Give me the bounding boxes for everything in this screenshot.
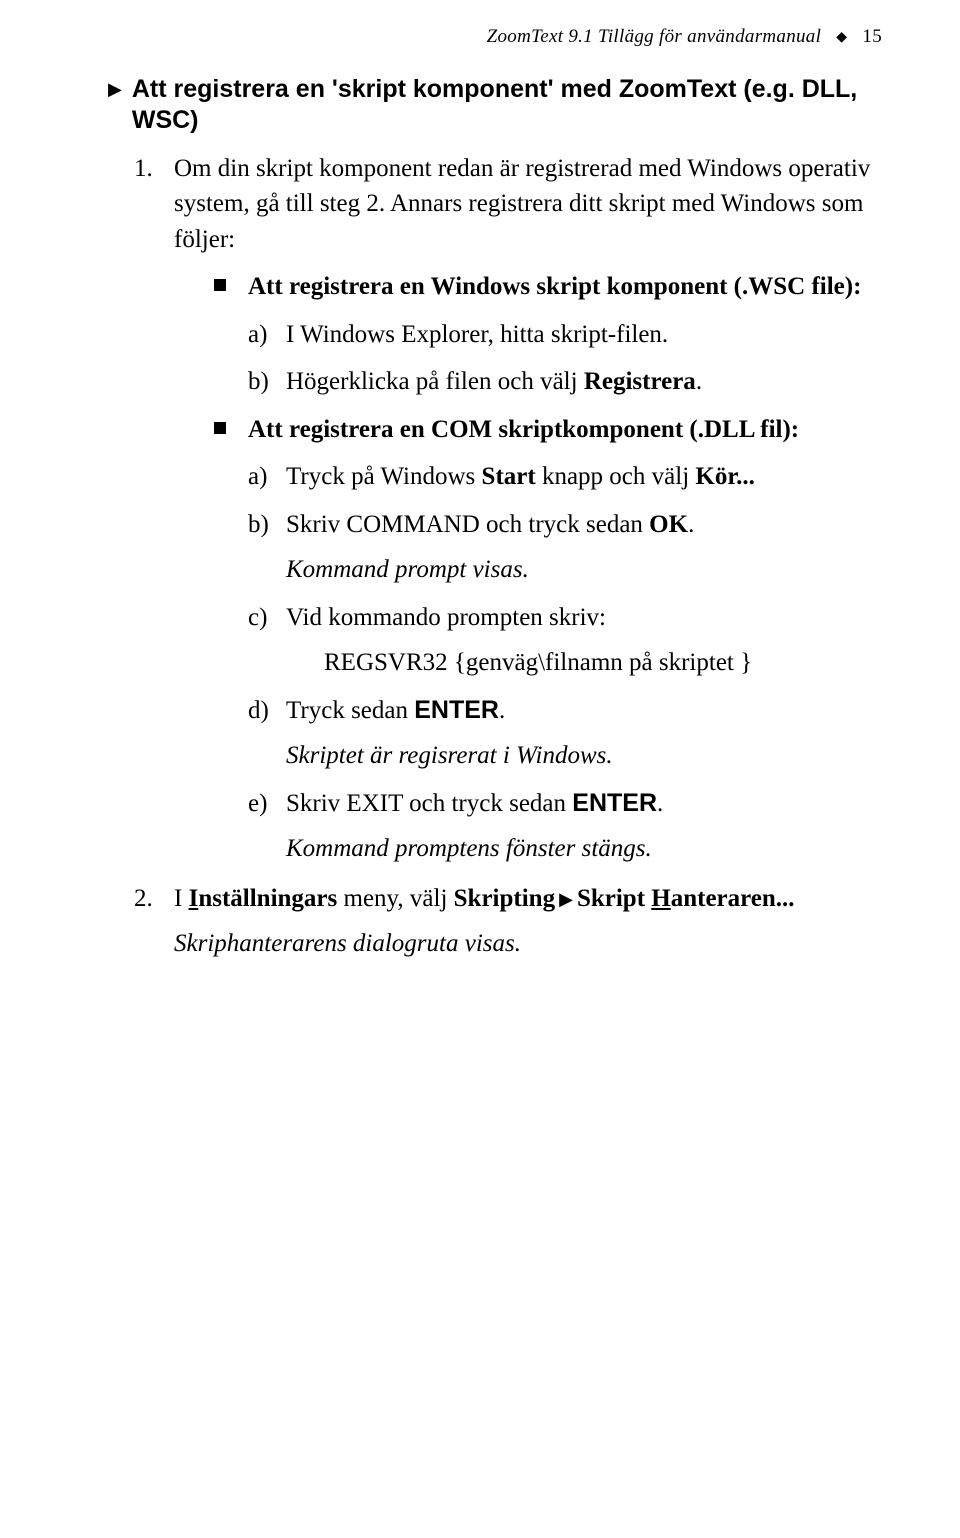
bullet-wsc: Att registrera en Windows skript kompone… (214, 269, 882, 400)
wsc-step-b-pre: Högerklicka på filen och välj (286, 368, 584, 395)
com-note-after-e: Kommand promptens fönster stängs. (286, 831, 882, 867)
com-step-e-enter: ENTER (572, 789, 657, 817)
com-step-e-pre: Skriv EXIT och tryck sedan (286, 790, 572, 817)
step-2-bold2-post: anteraren... (671, 885, 795, 912)
com-step-b: Skriv COMMAND och tryck sedan OK. (248, 507, 882, 543)
com-step-a: Tryck på Windows Start knapp och välj Kö… (248, 459, 882, 495)
com-step-c-text: Vid kommando prompten skriv: (286, 604, 606, 631)
com-step-a-bold1: Start (482, 463, 536, 490)
step-2-u-h: H (651, 885, 670, 912)
com-step-d-post: . (499, 697, 505, 724)
com-step-c-command: REGSVR32 {genväg\filnamn på skriptet } (324, 645, 882, 681)
bullet-com-title: Att registrera en COM skriptkomponent (.… (248, 416, 799, 443)
com-step-d: Tryck sedan ENTER. (248, 693, 882, 729)
com-step-b-post: . (688, 511, 694, 538)
com-note-after-b: Kommand prompt visas. (286, 552, 882, 588)
com-step-a-mid: knapp och välj (536, 463, 696, 490)
step-2: I Inställningars meny, välj Skripting▶Sk… (134, 881, 882, 962)
bullet-wsc-title: Att registrera en Windows skript kompone… (248, 273, 861, 300)
com-step-d-enter: ENTER (414, 696, 499, 724)
com-step-b-bold: OK (649, 511, 688, 538)
section-heading-text: Att registrera en 'skript komponent' med… (132, 74, 882, 137)
wsc-step-a-text: I Windows Explorer, hitta skript-filen. (286, 321, 668, 348)
runhead-title: ZoomText 9.1 Tillägg för användarmanual (487, 26, 822, 47)
step-2-rest1: nställningars (198, 885, 337, 912)
com-step-e: Skriv EXIT och tryck sedan ENTER. (248, 786, 882, 822)
com-step-c: Vid kommando prompten skriv: (248, 600, 882, 636)
runhead-page-number: 15 (862, 26, 882, 47)
step-2-pre: I (174, 885, 189, 912)
com-step-e-post: . (657, 790, 663, 817)
runhead-diamond-icon: ◆ (836, 29, 847, 46)
section-heading: ▶ Att registrera en 'skript komponent' m… (134, 74, 882, 137)
step-1-intro: Om din skript komponent redan är registr… (174, 155, 870, 253)
running-header: ZoomText 9.1 Tillägg för användarmanual … (134, 26, 882, 48)
wsc-step-b: Högerklicka på filen och välj Registrera… (248, 364, 882, 400)
step-2-u-i: I (189, 885, 199, 912)
wsc-step-b-post: . (696, 368, 702, 395)
com-step-a-pre: Tryck på Windows (286, 463, 482, 490)
wsc-step-b-bold: Registrera (584, 368, 696, 395)
step-1: Om din skript komponent redan är registr… (134, 151, 882, 867)
wsc-step-a: I Windows Explorer, hitta skript-filen. (248, 317, 882, 353)
step-2-bold1: Skripting (454, 885, 555, 912)
bullet-com: Att registrera en COM skriptkomponent (.… (214, 412, 882, 867)
com-note-after-d: Skriptet är regisrerat i Windows. (286, 738, 882, 774)
com-step-a-bold2: Kör... (695, 463, 755, 490)
triangle-right-icon: ▶ (559, 889, 573, 909)
step-2-bold2-pre: Skript (577, 885, 651, 912)
step-2-mid1: meny, välj (337, 885, 453, 912)
triangle-right-icon: ▶ (108, 74, 122, 104)
com-step-b-pre: Skriv COMMAND och tryck sedan (286, 511, 649, 538)
com-step-d-pre: Tryck sedan (286, 697, 414, 724)
step-2-note: Skriphanterarens dialogruta visas. (174, 926, 882, 962)
